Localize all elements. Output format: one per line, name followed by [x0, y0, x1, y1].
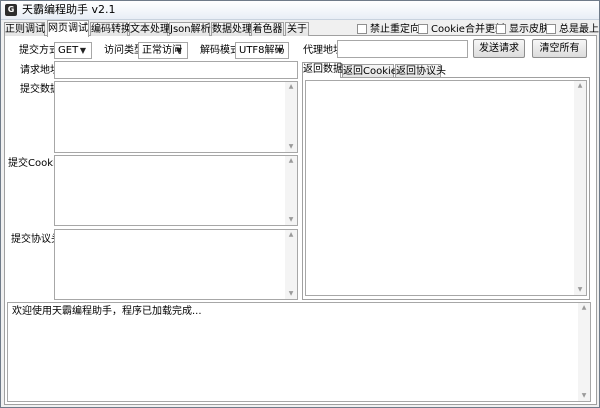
tab-about[interactable]: 关于: [285, 22, 309, 36]
scroll-down-icon[interactable]: ▼: [578, 391, 590, 401]
vertical-scrollbar[interactable]: ▲ ▼: [285, 82, 297, 152]
access-type-select[interactable]: 正常访问 ▼: [138, 42, 188, 59]
tab-regex-debug[interactable]: 正则调试: [4, 22, 45, 36]
scroll-up-icon[interactable]: ▲: [285, 82, 297, 92]
post-cookie-textarea[interactable]: ▲ ▼: [54, 155, 298, 226]
request-url-input[interactable]: [54, 61, 298, 79]
checkbox-box[interactable]: [357, 24, 367, 34]
tab-json-parse[interactable]: Json解析: [169, 22, 211, 36]
submit-method-value: GET: [58, 45, 79, 56]
disable-redirect-label: 禁止重定向: [370, 24, 420, 35]
tab-response-headers[interactable]: 返回协议头: [395, 64, 446, 78]
vertical-scrollbar[interactable]: ▲ ▼: [574, 81, 586, 295]
response-data-textarea[interactable]: ▲ ▼: [305, 80, 587, 296]
scroll-down-icon[interactable]: ▼: [574, 285, 586, 295]
scroll-up-icon[interactable]: ▲: [285, 230, 297, 240]
vertical-scrollbar[interactable]: ▲ ▼: [285, 230, 297, 299]
merge-cookie-checkbox[interactable]: Cookie合并更新: [418, 23, 505, 36]
checkbox-box[interactable]: [418, 24, 428, 34]
submit-method-select[interactable]: GET ▼: [54, 42, 92, 59]
chevron-down-icon: ▼: [175, 46, 183, 55]
post-headers-textarea[interactable]: ▲ ▼: [54, 229, 298, 300]
app-icon: G: [5, 4, 17, 16]
log-message: 欢迎使用天霸编程助手，程序已加载完成...: [12, 306, 202, 317]
tab-response-cookie[interactable]: 返回Cookie: [342, 64, 397, 78]
scroll-up-icon[interactable]: ▲: [578, 303, 590, 313]
submit-method-label: 提交方式: [19, 45, 59, 56]
scroll-down-icon[interactable]: ▼: [285, 215, 297, 225]
tab-text-process[interactable]: 文本处理: [129, 22, 170, 36]
send-request-button[interactable]: 发送请求: [473, 39, 525, 58]
show-skin-checkbox[interactable]: 显示皮肤: [496, 23, 549, 36]
scroll-up-icon[interactable]: ▲: [285, 156, 297, 166]
post-data-textarea[interactable]: ▲ ▼: [54, 81, 298, 153]
clear-all-button[interactable]: 清空所有: [532, 39, 587, 58]
decode-mode-label: 解码模式: [200, 45, 240, 56]
disable-redirect-checkbox[interactable]: 禁止重定向: [357, 23, 420, 36]
scroll-down-icon[interactable]: ▼: [285, 142, 297, 152]
chevron-down-icon: ▼: [79, 46, 87, 55]
vertical-scrollbar[interactable]: ▲ ▼: [285, 156, 297, 225]
show-skin-label: 显示皮肤: [509, 24, 549, 35]
scroll-up-icon[interactable]: ▲: [574, 81, 586, 91]
window-title: 天霸编程助手 v2.1: [22, 3, 116, 16]
merge-cookie-label: Cookie合并更新: [431, 24, 505, 35]
checkbox-box[interactable]: [496, 24, 506, 34]
chevron-down-icon: ▼: [276, 46, 284, 55]
decode-mode-select[interactable]: UTF8解码 ▼: [235, 42, 289, 59]
always-on-top-label: 总是最上: [559, 24, 599, 35]
tab-response-data[interactable]: 返回数据: [302, 62, 343, 78]
tab-encoding[interactable]: 编码转换: [90, 22, 131, 36]
scroll-down-icon[interactable]: ▼: [285, 289, 297, 299]
checkbox-box[interactable]: [546, 24, 556, 34]
tab-web-debug[interactable]: 网页调试: [47, 20, 89, 37]
proxy-input[interactable]: [337, 40, 468, 58]
tab-shader[interactable]: 着色器: [251, 22, 284, 36]
vertical-scrollbar[interactable]: ▲ ▼: [578, 303, 590, 401]
tab-data-process[interactable]: 数据处理: [211, 22, 252, 36]
always-on-top-checkbox[interactable]: 总是最上: [546, 23, 599, 36]
log-textarea[interactable]: 欢迎使用天霸编程助手，程序已加载完成... ▲ ▼: [7, 302, 591, 402]
